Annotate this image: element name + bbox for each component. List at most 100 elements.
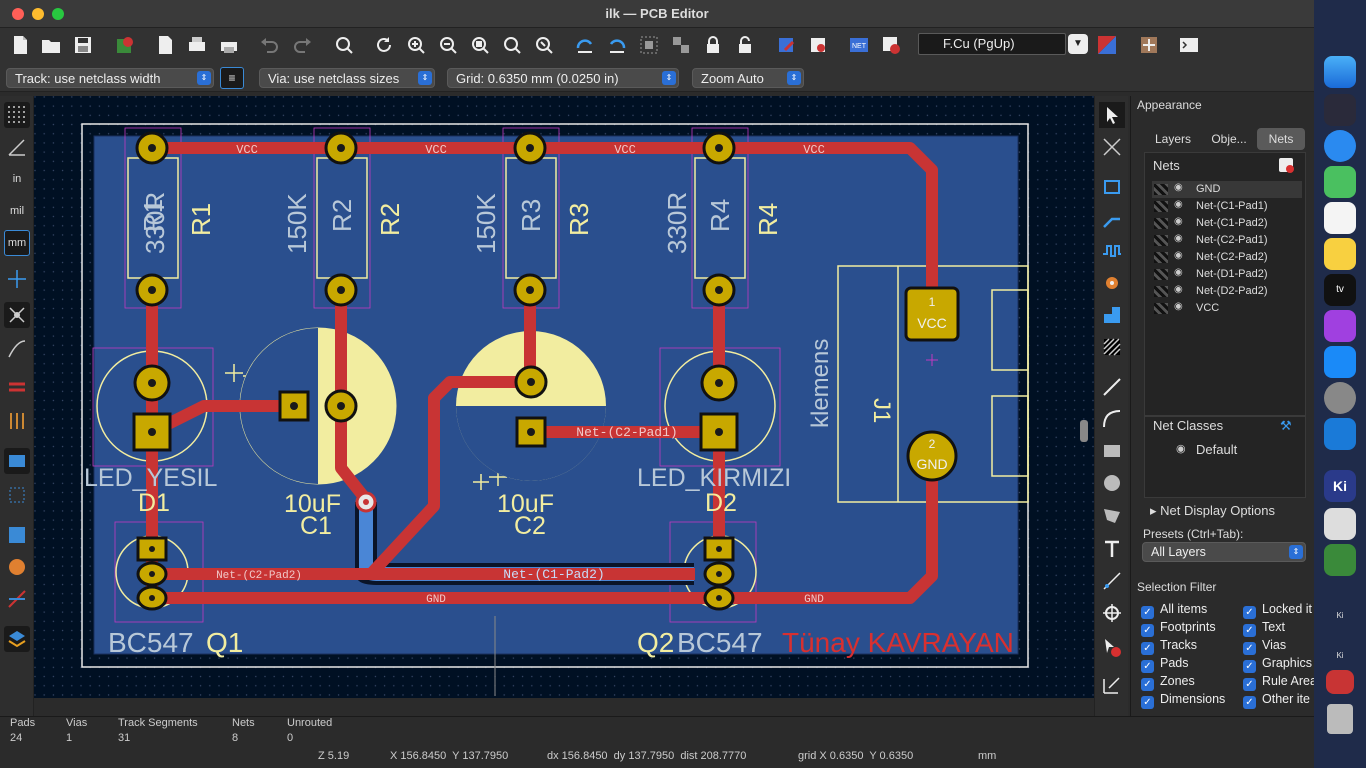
tab-objects[interactable]: Obje... bbox=[1203, 128, 1255, 150]
plot-icon[interactable] bbox=[216, 32, 242, 58]
ratsnest-icon[interactable] bbox=[4, 302, 30, 328]
eye-icon[interactable]: ◉ bbox=[1174, 250, 1183, 261]
filter-checkbox[interactable]: ✓ Zones bbox=[1141, 674, 1195, 691]
draw-circle-icon[interactable] bbox=[1099, 470, 1125, 496]
net-highlight-icon[interactable] bbox=[4, 586, 30, 612]
v-scrollbar[interactable] bbox=[1080, 420, 1088, 442]
net-color-swatch[interactable] bbox=[1154, 269, 1168, 280]
layer-dropdown-button[interactable]: ▼ bbox=[1068, 34, 1088, 54]
select-tool-icon[interactable] bbox=[1099, 102, 1125, 128]
cursor-crosshair-icon[interactable] bbox=[4, 266, 30, 292]
filter-checkbox[interactable]: ✓ Pads bbox=[1141, 656, 1189, 673]
add-text-icon[interactable] bbox=[1099, 536, 1125, 562]
high-contrast-icon[interactable] bbox=[4, 554, 30, 580]
filter-checkbox[interactable]: ✓ All items bbox=[1141, 602, 1207, 619]
track-width-toggle-icon[interactable]: ≡ bbox=[220, 67, 244, 89]
rule-area-icon[interactable] bbox=[1099, 334, 1125, 360]
net-row[interactable]: ◉ Net-(D1-Pad2) bbox=[1152, 266, 1302, 283]
eye-icon[interactable]: ◉ bbox=[1174, 267, 1183, 278]
lock-icon[interactable] bbox=[700, 32, 726, 58]
draw-arc-icon[interactable] bbox=[1099, 406, 1125, 432]
filter-checkbox[interactable]: ✓ Graphics bbox=[1243, 656, 1314, 673]
rotate-cw-icon[interactable] bbox=[604, 32, 630, 58]
apple-tv-icon[interactable]: tv bbox=[1324, 274, 1356, 306]
drc-icon[interactable] bbox=[878, 32, 904, 58]
undo-icon[interactable] bbox=[256, 32, 282, 58]
show-tracks-icon[interactable] bbox=[4, 374, 30, 400]
rotate-ccw-icon[interactable] bbox=[572, 32, 598, 58]
draw-line-icon[interactable] bbox=[1099, 374, 1125, 400]
filter-checkbox[interactable]: ✓ Tracks bbox=[1141, 638, 1197, 655]
new-board-icon[interactable] bbox=[7, 32, 33, 58]
curved-ratsnest-icon[interactable] bbox=[4, 336, 30, 362]
save-icon[interactable] bbox=[70, 32, 96, 58]
filter-checkbox[interactable]: ✓ Dimensions bbox=[1141, 692, 1225, 709]
find-icon[interactable] bbox=[331, 32, 357, 58]
filter-checkbox[interactable]: ✓ Locked it bbox=[1243, 602, 1314, 619]
board-view[interactable]: 1 VCC 2 GND VCC VCC VCC VCC Net-(C2-Pad1… bbox=[34, 96, 1094, 707]
net-row[interactable]: ◉ Net-(C2-Pad1) bbox=[1152, 232, 1302, 249]
grid-toggle-icon[interactable] bbox=[4, 102, 30, 128]
zoom-in-icon[interactable] bbox=[403, 32, 429, 58]
kicad-window-1-icon[interactable]: Ki bbox=[1324, 600, 1356, 632]
net-color-swatch[interactable] bbox=[1154, 303, 1168, 314]
eye-icon[interactable]: ◉ bbox=[1174, 216, 1183, 227]
net-row[interactable]: ◉ Net-(C1-Pad1) bbox=[1152, 198, 1302, 215]
net-row[interactable]: ◉ Net-(C1-Pad2) bbox=[1152, 215, 1302, 232]
net-color-swatch[interactable] bbox=[1154, 184, 1168, 195]
notes-icon[interactable] bbox=[1324, 238, 1356, 270]
add-dimension-icon[interactable] bbox=[1099, 568, 1125, 594]
tune-length-icon[interactable] bbox=[1099, 238, 1125, 264]
net-row[interactable]: ◉ GND bbox=[1152, 181, 1302, 198]
tab-nets[interactable]: Nets bbox=[1257, 128, 1305, 150]
net-color-swatch[interactable] bbox=[1154, 286, 1168, 297]
reminders-icon[interactable] bbox=[1324, 202, 1356, 234]
active-layer-select[interactable]: F.Cu (PgUp) bbox=[918, 33, 1066, 55]
tab-layers[interactable]: Layers bbox=[1147, 128, 1199, 150]
zoom-fit-icon[interactable] bbox=[467, 32, 493, 58]
eye-icon[interactable]: ◉ bbox=[1176, 442, 1186, 455]
route-track-icon[interactable] bbox=[1099, 206, 1125, 232]
zone-outline-icon[interactable] bbox=[4, 482, 30, 508]
delete-tool-icon[interactable] bbox=[1099, 634, 1125, 660]
measure-tool-icon[interactable] bbox=[1099, 672, 1125, 698]
ungroup-icon[interactable] bbox=[668, 32, 694, 58]
finder-icon[interactable] bbox=[1324, 56, 1356, 88]
local-ratsnest-icon[interactable] bbox=[1099, 134, 1125, 160]
units-mil-button[interactable]: mil bbox=[4, 198, 30, 224]
pads-outline-icon[interactable] bbox=[4, 448, 30, 474]
eye-icon[interactable]: ◉ bbox=[1174, 182, 1183, 193]
scripting-icon[interactable] bbox=[1136, 32, 1162, 58]
filter-checkbox[interactable]: ✓ Rule Area bbox=[1243, 674, 1314, 691]
filter-checkbox[interactable]: ✓ Other ite bbox=[1243, 692, 1314, 709]
kicad-icon[interactable]: Ki bbox=[1324, 470, 1356, 502]
polar-coords-icon[interactable] bbox=[4, 134, 30, 160]
refresh-icon[interactable] bbox=[371, 32, 397, 58]
app-store-icon[interactable] bbox=[1324, 346, 1356, 378]
add-footprint-icon[interactable] bbox=[1099, 174, 1125, 200]
zone-fill-icon[interactable] bbox=[4, 522, 30, 548]
net-row[interactable]: ◉ Net-(C2-Pad2) bbox=[1152, 249, 1302, 266]
trash-icon[interactable] bbox=[1327, 704, 1353, 734]
print-icon[interactable] bbox=[184, 32, 210, 58]
safari-icon[interactable] bbox=[1324, 130, 1356, 162]
draw-polygon-icon[interactable] bbox=[1099, 502, 1125, 528]
net-color-swatch[interactable] bbox=[1154, 218, 1168, 229]
footprint-browser-icon[interactable] bbox=[805, 32, 831, 58]
add-zone-icon[interactable] bbox=[1099, 302, 1125, 328]
net-display-options[interactable]: ▸ Net Display Options bbox=[1150, 503, 1275, 519]
zoom-select[interactable]: Zoom Auto ⇕ bbox=[692, 68, 804, 88]
board-setup-icon[interactable] bbox=[112, 32, 138, 58]
grid-select[interactable]: Grid: 0.6350 mm (0.0250 in) ⇕ bbox=[447, 68, 679, 88]
net-row[interactable]: ◉ Net-(D2-Pad2) bbox=[1152, 283, 1302, 300]
units-mm-button[interactable]: mm bbox=[4, 230, 30, 256]
footprint-editor-icon[interactable] bbox=[773, 32, 799, 58]
units-in-button[interactable]: in bbox=[4, 166, 30, 192]
group-icon[interactable] bbox=[636, 32, 662, 58]
maps-icon[interactable] bbox=[1324, 166, 1356, 198]
filter-checkbox[interactable]: ✓ Footprints bbox=[1141, 620, 1216, 637]
kicad-window-3-icon[interactable] bbox=[1326, 670, 1354, 694]
appearance-panel-icon[interactable] bbox=[4, 626, 30, 652]
zoom-objects-icon[interactable] bbox=[499, 32, 525, 58]
net-color-swatch[interactable] bbox=[1154, 201, 1168, 212]
